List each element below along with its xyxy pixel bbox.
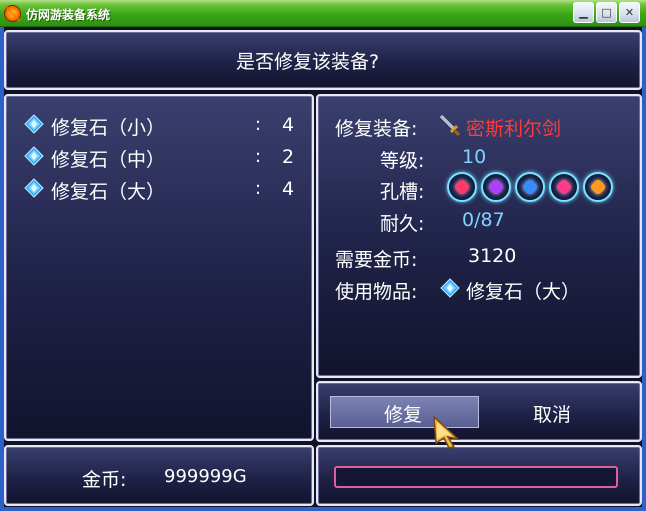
window-title: 仿网游装备系统 (26, 8, 111, 22)
gold-needed-value: 3120 (468, 245, 517, 267)
app-icon (5, 6, 20, 21)
item-count: 4 (282, 114, 295, 136)
level-label: 等级: (380, 150, 425, 172)
item-separator: : (255, 146, 262, 167)
wallet-panel (4, 445, 314, 506)
socket-gem-icon[interactable] (583, 172, 613, 202)
minimize-button[interactable]: ▁ (573, 2, 594, 23)
item-count: 4 (282, 178, 295, 200)
level-value: 10 (462, 146, 487, 168)
item-name: 修复石（小） (51, 117, 166, 139)
use-item-value: 修复石（大） (466, 281, 581, 303)
durability-label: 耐久: (380, 213, 425, 235)
socket-gem-icon[interactable] (515, 172, 545, 202)
equip-name: 密斯利尔剑 (466, 118, 562, 140)
app-window: 仿网游装备系统 ▁ □ ✕ 是否修复该装备? 修复石（小） : 4 修复石（中）… (0, 0, 646, 511)
repair-stone-icon (24, 146, 44, 166)
repair-stone-icon (24, 178, 44, 198)
gold-amount: 999999G (164, 466, 247, 487)
socket-gem-icon[interactable] (447, 172, 477, 202)
maximize-button[interactable]: □ (596, 2, 617, 23)
item-name: 修复石（中） (51, 149, 166, 171)
pointer-cursor-icon (433, 415, 460, 449)
close-button[interactable]: ✕ (619, 2, 640, 23)
gold-needed-label: 需要金币: (335, 249, 418, 271)
durability-value: 0/87 (462, 209, 505, 231)
title-bar[interactable]: 仿网游装备系统 ▁ □ ✕ (0, 0, 646, 27)
repair-stone-icon (440, 278, 460, 298)
item-name: 修复石（大） (51, 181, 166, 203)
use-item-label: 使用物品: (335, 281, 418, 303)
gold-label: 金币: (82, 469, 127, 491)
repair-button-label: 修复 (384, 404, 423, 426)
prompt-text: 是否修复该装备? (236, 51, 380, 73)
repair-stone-icon (24, 114, 44, 134)
equip-label: 修复装备: (335, 118, 418, 140)
cancel-button[interactable]: 取消 (533, 400, 571, 427)
socket-gem-icon[interactable] (549, 172, 579, 202)
item-separator: : (255, 114, 262, 135)
sword-icon (439, 114, 461, 137)
slots-label: 孔槽: (380, 181, 425, 203)
item-count: 2 (282, 146, 295, 168)
message-input[interactable] (334, 466, 618, 488)
socket-gem-icon[interactable] (481, 172, 511, 202)
item-separator: : (255, 178, 262, 199)
